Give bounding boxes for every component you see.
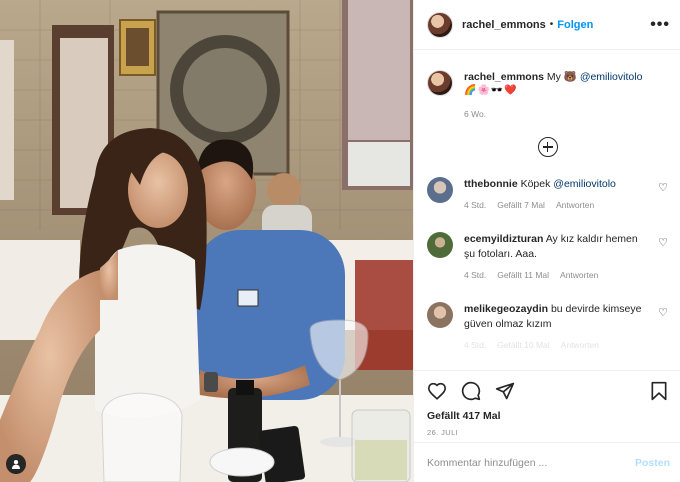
comment-mention[interactable]: @emiliovitolo xyxy=(553,178,616,190)
speech-bubble-icon xyxy=(461,381,481,400)
author-username[interactable]: rachel_emmons xyxy=(462,19,546,31)
comment-username[interactable]: melikegeozaydin xyxy=(464,303,548,315)
post-comment-button[interactable]: Posten xyxy=(635,457,670,469)
comment-username[interactable]: ecemyildizturan xyxy=(464,233,543,245)
comment-avatar[interactable] xyxy=(427,302,453,328)
author-avatar[interactable] xyxy=(427,11,453,38)
likes-count[interactable]: Gefällt 417 Mal xyxy=(427,410,668,422)
caption-text: My 🐻 xyxy=(546,71,577,83)
comment-heart-icon[interactable]: ♡ xyxy=(658,236,668,249)
comment-avatar[interactable] xyxy=(427,232,453,258)
comment-heart-icon[interactable]: ♡ xyxy=(658,306,668,319)
heart-outline-icon xyxy=(427,382,447,400)
follow-button[interactable]: Folgen xyxy=(557,19,593,31)
post-photo[interactable] xyxy=(0,0,413,482)
comment-time[interactable]: 4 Std. xyxy=(464,198,486,213)
comment-time[interactable]: 4 Std. xyxy=(464,338,486,353)
comment-item: ecemyildizturan Ay kız kaldır hemen şu f… xyxy=(427,232,668,283)
save-bookmark-icon[interactable] xyxy=(650,381,668,404)
comment-reply-button[interactable]: Antworten xyxy=(561,338,599,353)
comment-reply-button[interactable]: Antworten xyxy=(560,268,598,283)
comment-text: Köpek xyxy=(520,178,551,190)
comment-time[interactable]: 4 Std. xyxy=(464,268,486,283)
caption-username[interactable]: rachel_emmons xyxy=(464,71,544,83)
person-icon xyxy=(12,460,20,469)
paper-plane-icon xyxy=(495,382,515,399)
caption-emojis: 🌈🌸🕶️❤️ xyxy=(464,85,518,96)
post-caption: rachel_emmons My 🐻 @emiliovitolo 🌈🌸🕶️❤️ … xyxy=(427,70,668,121)
like-heart-icon[interactable] xyxy=(427,382,447,403)
more-options-icon[interactable]: ••• xyxy=(650,16,670,34)
plus-circle-icon[interactable] xyxy=(537,137,558,157)
comment-likes[interactable]: Gefällt 7 Mal xyxy=(497,198,545,213)
comment-item: tthebonnie Köpek @emiliovitolo 4 Std. Ge… xyxy=(427,177,668,213)
bookmark-icon xyxy=(651,381,667,400)
caption-time[interactable]: 6 Wo. xyxy=(464,107,642,121)
caption-avatar[interactable] xyxy=(427,70,453,96)
comment-list: tthebonnie Köpek @emiliovitolo 4 Std. Ge… xyxy=(427,177,668,353)
comment-icon[interactable] xyxy=(461,381,481,404)
comment-likes[interactable]: Gefällt 10 Mal xyxy=(497,338,549,353)
comment-likes[interactable]: Gefällt 11 Mal xyxy=(497,268,549,283)
share-icon[interactable] xyxy=(495,381,515,404)
comment-username[interactable]: tthebonnie xyxy=(464,178,518,190)
comments-section[interactable]: rachel_emmons My 🐻 @emiliovitolo 🌈🌸🕶️❤️ … xyxy=(414,50,680,370)
load-more-comments xyxy=(427,137,668,157)
post-side-panel: rachel_emmons • Folgen ••• rachel_emmons… xyxy=(413,0,680,482)
header-separator: • xyxy=(549,19,554,30)
user-tag-icon[interactable] xyxy=(6,454,26,474)
add-comment-bar: Posten xyxy=(414,442,680,482)
comment-item: melikegeozaydin bu devirde kimseye güven… xyxy=(427,302,668,353)
comment-avatar[interactable] xyxy=(427,177,453,203)
post-date[interactable]: 26. JULI xyxy=(427,428,668,437)
comment-heart-icon[interactable]: ♡ xyxy=(658,181,668,194)
caption-mention[interactable]: @emiliovitolo xyxy=(580,71,643,83)
comment-reply-button[interactable]: Antworten xyxy=(556,198,594,213)
photo-illustration xyxy=(0,0,413,482)
comment-input[interactable] xyxy=(427,456,635,469)
instagram-post: rachel_emmons • Folgen ••• rachel_emmons… xyxy=(0,0,680,482)
post-header: rachel_emmons • Folgen ••• xyxy=(414,0,680,50)
